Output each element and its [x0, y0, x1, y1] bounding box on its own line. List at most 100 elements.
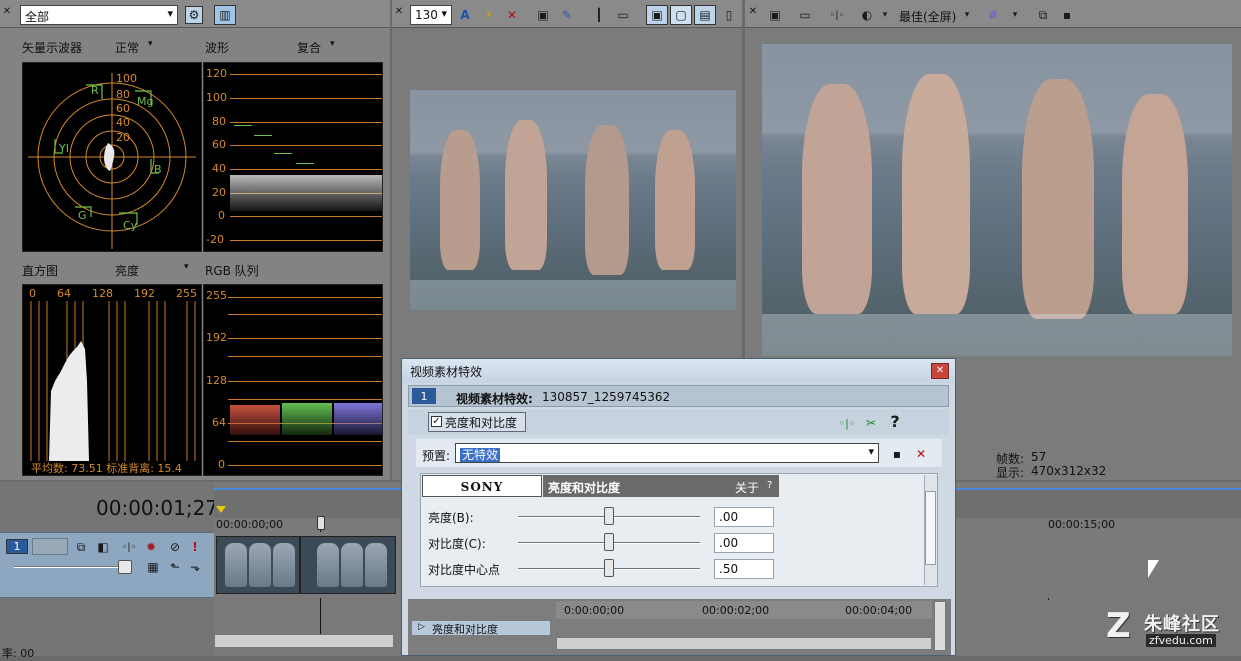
track-name-field[interactable] — [32, 538, 68, 555]
brush-icon[interactable]: ✎ — [558, 6, 576, 24]
contrast-label: 对比度(C): — [428, 537, 486, 551]
preview-quality-dropdown[interactable]: 最佳(全屏) — [899, 8, 956, 25]
histogram-tick-255: 255 — [176, 287, 197, 300]
histogram-graph — [30, 301, 196, 461]
trim-icon[interactable]: ▭ — [614, 6, 632, 24]
ring-label-20: 20 — [116, 131, 130, 144]
about-link[interactable]: 关于 — [735, 479, 759, 496]
delete-preset-icon[interactable]: ✕ — [912, 445, 930, 463]
plugin-chain-icon[interactable]: ◦|◦ — [838, 414, 856, 432]
about-help-link[interactable]: ? — [767, 480, 772, 491]
preview-properties-icon[interactable]: ▣ — [766, 6, 784, 24]
panel-scrollbar-thumb[interactable] — [925, 491, 936, 565]
arrow-up-icon[interactable]: ⬑ — [166, 558, 184, 576]
delete-icon[interactable]: ✕ — [503, 6, 521, 24]
ruler-15s-label: 00:00:15;00 — [1048, 518, 1116, 531]
track-opacity-thumb[interactable] — [118, 560, 132, 574]
snapshot-icon[interactable]: ▣ — [534, 6, 552, 24]
copy-snapshot-icon[interactable]: ⧉ — [1034, 6, 1052, 24]
close-icon[interactable]: ✕ — [931, 363, 949, 379]
main-preview-image — [762, 44, 1232, 356]
magic-wand-icon[interactable]: ⚡ — [480, 6, 498, 24]
timeline-scrollbar[interactable] — [214, 634, 394, 648]
track-opacity-slider[interactable] — [14, 566, 124, 568]
chevron-down-icon[interactable]: ▾ — [148, 39, 153, 49]
compositing-icon[interactable]: ◧ — [94, 538, 112, 556]
update-scopes-icon[interactable]: ▥ — [214, 5, 236, 25]
solo-icon[interactable]: ! — [186, 538, 204, 556]
help-icon[interactable]: ? — [886, 412, 904, 431]
split-screen-icon[interactable]: ◦|◦ — [828, 6, 846, 24]
overlays-icon[interactable]: ◐ — [858, 6, 876, 24]
chain-value: 130857_1259745362 — [542, 390, 671, 404]
video-clip[interactable] — [216, 536, 396, 594]
preset-dropdown[interactable]: 无特效 — [455, 443, 879, 463]
expand-icon[interactable]: ▷ — [418, 622, 425, 632]
vectorscope-mode-dropdown[interactable]: 正常 — [115, 39, 139, 56]
chevron-down-icon[interactable]: ▾ — [330, 39, 335, 49]
settings-icon[interactable]: ⚙ — [185, 6, 203, 24]
pane-close-icon[interactable]: ✕ — [394, 2, 404, 20]
external-monitor-icon[interactable]: ▭ — [796, 6, 814, 24]
track-motion-icon[interactable]: ⧉ — [72, 538, 90, 556]
gear-icon[interactable]: ✹ — [142, 538, 160, 556]
pane-close-icon[interactable]: ✕ — [748, 2, 758, 20]
mouse-cursor-icon — [1148, 560, 1159, 578]
grid-icon[interactable]: # — [984, 6, 1002, 24]
remove-plugin-icon[interactable]: ✂ — [862, 414, 880, 432]
save-snapshot-icon[interactable]: ▪ — [1058, 6, 1076, 24]
plugin-enabled-checkbox[interactable]: ✓ — [431, 416, 442, 427]
brightness-slider-thumb[interactable] — [604, 507, 614, 525]
preset-value: 无特效 — [460, 448, 501, 462]
target-b: B — [154, 163, 162, 176]
chevron-down-icon[interactable]: ▾ — [1010, 6, 1020, 24]
film-icon[interactable]: ▦ — [144, 558, 162, 576]
more-icon[interactable]: ▯ — [724, 6, 734, 24]
mute-icon[interactable]: ⊘ — [166, 538, 184, 556]
kf-ruler-0: 0:00:00;00 — [564, 604, 625, 617]
monitor-b-icon[interactable]: ▢ — [670, 5, 692, 25]
pane-close-icon[interactable]: ✕ — [2, 2, 12, 20]
preview-quality-dropdown[interactable]: 130 — [410, 5, 452, 25]
chevron-down-icon[interactable]: ▾ — [880, 6, 890, 24]
contrast-value[interactable]: .00 — [714, 533, 774, 553]
watermark-z-icon: Z — [1106, 606, 1131, 646]
kf-ruler-2: 00:00:02;00 — [702, 604, 770, 617]
brightness-value[interactable]: .00 — [714, 507, 774, 527]
dialog-title: 视频素材特效 — [402, 359, 955, 383]
track-fx-icon[interactable]: ◦|◦ — [120, 538, 138, 556]
chevron-down-icon[interactable]: ▾ — [962, 6, 972, 24]
chevron-down-icon[interactable]: ▾ — [184, 262, 189, 272]
histogram-label: 直方图 — [22, 264, 59, 278]
contrast-slider-thumb[interactable] — [604, 533, 614, 551]
histogram-mode-dropdown[interactable]: 亮度 — [115, 262, 139, 279]
target-cy: Cy — [123, 219, 138, 232]
waveform-mode-dropdown[interactable]: 复合 — [297, 39, 321, 56]
chain-index: 1 — [412, 388, 436, 404]
sony-logo: SONY — [422, 475, 542, 497]
text-icon[interactable]: A — [456, 6, 474, 24]
contrast-center-slider-thumb[interactable] — [604, 559, 614, 577]
save-preset-icon[interactable]: ▪ — [888, 445, 906, 463]
frames-value: 57 — [1031, 450, 1047, 464]
kf-ruler-4: 00:00:04;00 — [845, 604, 913, 617]
kf-vertical-scrollbar[interactable] — [934, 601, 946, 651]
contrast-center-label: 对比度中心点 — [428, 563, 501, 577]
plugin-name[interactable]: 亮度和对比度 — [445, 414, 517, 431]
vectorscope-graph: 100 80 60 40 20 R Mg YI B G Cy — [28, 72, 196, 249]
loop-region-marker[interactable] — [216, 506, 226, 513]
rate-status: 率: 00 — [2, 647, 35, 660]
monitor-ab-icon[interactable]: ▤ — [694, 5, 716, 25]
playhead-handle[interactable] — [317, 516, 325, 530]
arrow-down-icon[interactable]: ⬎ — [186, 558, 204, 576]
contrast-center-value[interactable]: .50 — [714, 559, 774, 579]
monitor-a-icon[interactable]: ▣ — [646, 5, 668, 25]
vectorscope-display: 100 80 60 40 20 R Mg YI B G Cy — [22, 62, 202, 252]
scope-selector-dropdown[interactable]: 全部 — [20, 5, 178, 25]
kf-scrollbar[interactable] — [556, 637, 932, 650]
target-r: R — [91, 84, 99, 97]
chain-label: 视频素材特效: — [456, 392, 533, 406]
split-icon[interactable]: ┃ — [590, 6, 608, 24]
display-label: 显示: — [996, 466, 1025, 480]
brightness-label: 亮度(B): — [428, 511, 474, 525]
